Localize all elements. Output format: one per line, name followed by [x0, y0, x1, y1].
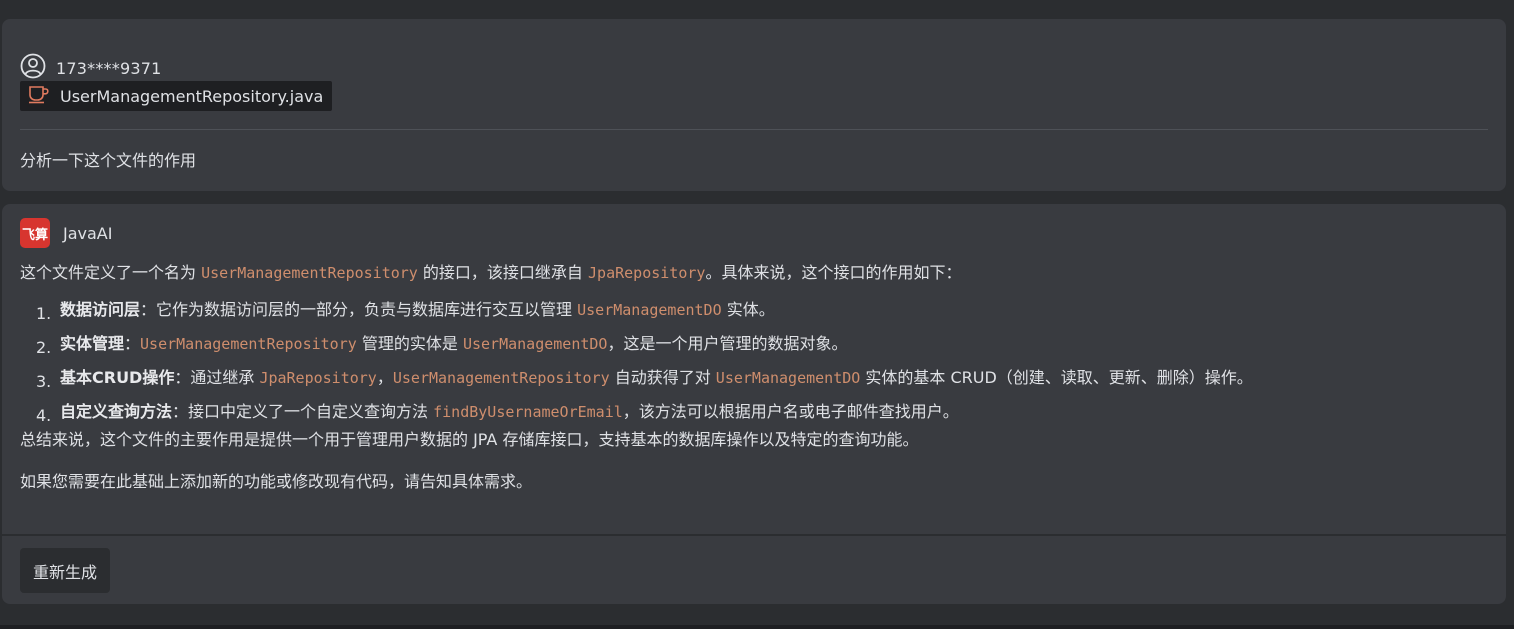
ai-response-content: 这个文件定义了一个名为 UserManagementRepository 的接口…	[20, 262, 1488, 493]
list-item-title: 数据访问层	[60, 300, 141, 319]
code-inline: UserManagementDO	[715, 369, 861, 387]
feisuan-logo-icon: 飞算	[20, 218, 50, 248]
code-inline: UserManagementRepository	[201, 264, 418, 282]
list-item: 4. 自定义查询方法：接口中定义了一个自定义查询方法 findByUsernam…	[20, 395, 1488, 429]
closing-paragraph: 如果您需要在此基础上添加新的功能或修改现有代码，请告知具体需求。	[20, 472, 533, 491]
code-inline: UserManagementDO	[462, 335, 608, 353]
ai-response-card: 飞算 JavaAI 这个文件定义了一个名为 UserManagementRepo…	[2, 204, 1506, 604]
list-item: 1. 数据访问层：它作为数据访问层的一部分，负责与数据库进行交互以管理 User…	[20, 293, 1488, 327]
regenerate-button[interactable]: 重新生成	[20, 548, 111, 593]
list-number: 1.	[36, 304, 52, 323]
list-item: 2. 实体管理：UserManagementRepository 管理的实体是 …	[20, 327, 1488, 361]
list-item-text: ：通过继承	[174, 368, 260, 387]
intro-text: 的接口，该接口继承自	[417, 263, 589, 282]
list-item-text: ，这是一个用户管理的数据对象。	[607, 334, 848, 353]
list-item-text: ：接口中定义了一个自定义查询方法	[172, 402, 434, 421]
list-number: 4.	[36, 406, 52, 425]
list-item: 3. 基本CRUD操作：通过继承 JpaRepository，UserManag…	[20, 361, 1488, 395]
user-name: 173****9371	[56, 58, 162, 78]
divider	[2, 534, 1506, 536]
attached-file-name: UserManagementRepository.java	[60, 86, 324, 106]
list-item-text: 管理的实体是	[356, 334, 463, 353]
list-item-text: ，	[376, 368, 393, 387]
summary-paragraph: 总结来说，这个文件的主要作用是提供一个用于管理用户数据的 JPA 存储库接口，支…	[20, 430, 919, 449]
feature-list: 1. 数据访问层：它作为数据访问层的一部分，负责与数据库进行交互以管理 User…	[20, 293, 1488, 429]
ai-header: 飞算 JavaAI	[20, 218, 112, 248]
list-item-text: ：它作为数据访问层的一部分，负责与数据库进行交互以管理	[140, 300, 578, 319]
user-question: 分析一下这个文件的作用	[20, 151, 197, 170]
intro-paragraph: 这个文件定义了一个名为 UserManagementRepository 的接口…	[20, 262, 1488, 284]
list-item-text: 实体的基本 CRUD（创建、读取、更新、删除）操作。	[860, 368, 1253, 387]
divider	[20, 129, 1488, 130]
list-item-text: ：	[124, 334, 141, 353]
intro-text: 这个文件定义了一个名为	[20, 263, 202, 282]
list-number: 3.	[36, 372, 52, 391]
code-inline: UserManagementRepository	[140, 335, 357, 353]
code-inline: findByUsernameOrEmail	[433, 403, 623, 421]
code-inline: JpaRepository	[588, 264, 706, 282]
attached-file-chip[interactable]: UserManagementRepository.java	[20, 81, 333, 111]
list-item-title: 基本CRUD操作	[60, 368, 175, 387]
java-coffee-cup-icon	[28, 84, 50, 108]
ai-name: JavaAI	[63, 223, 113, 243]
code-inline: UserManagementDO	[577, 301, 722, 319]
list-item-text: 实体。	[721, 300, 775, 319]
intro-text: 。具体来说，这个接口的作用如下：	[705, 263, 962, 282]
list-item-title: 自定义查询方法	[60, 402, 173, 421]
list-number: 2.	[36, 338, 52, 357]
user-message-card: 173****9371 UserManagementRepository.jav…	[2, 19, 1506, 191]
list-item-text: ，该方法可以根据用户名或电子邮件查找用户。	[622, 402, 959, 421]
user-info: 173****9371	[20, 53, 161, 83]
user-circle-icon	[20, 53, 46, 83]
list-item-title: 实体管理	[60, 334, 125, 353]
input-area-edge	[0, 625, 1514, 629]
code-inline: UserManagementRepository	[392, 369, 610, 387]
list-item-text: 自动获得了对	[609, 368, 716, 387]
code-inline: JpaRepository	[259, 369, 377, 387]
